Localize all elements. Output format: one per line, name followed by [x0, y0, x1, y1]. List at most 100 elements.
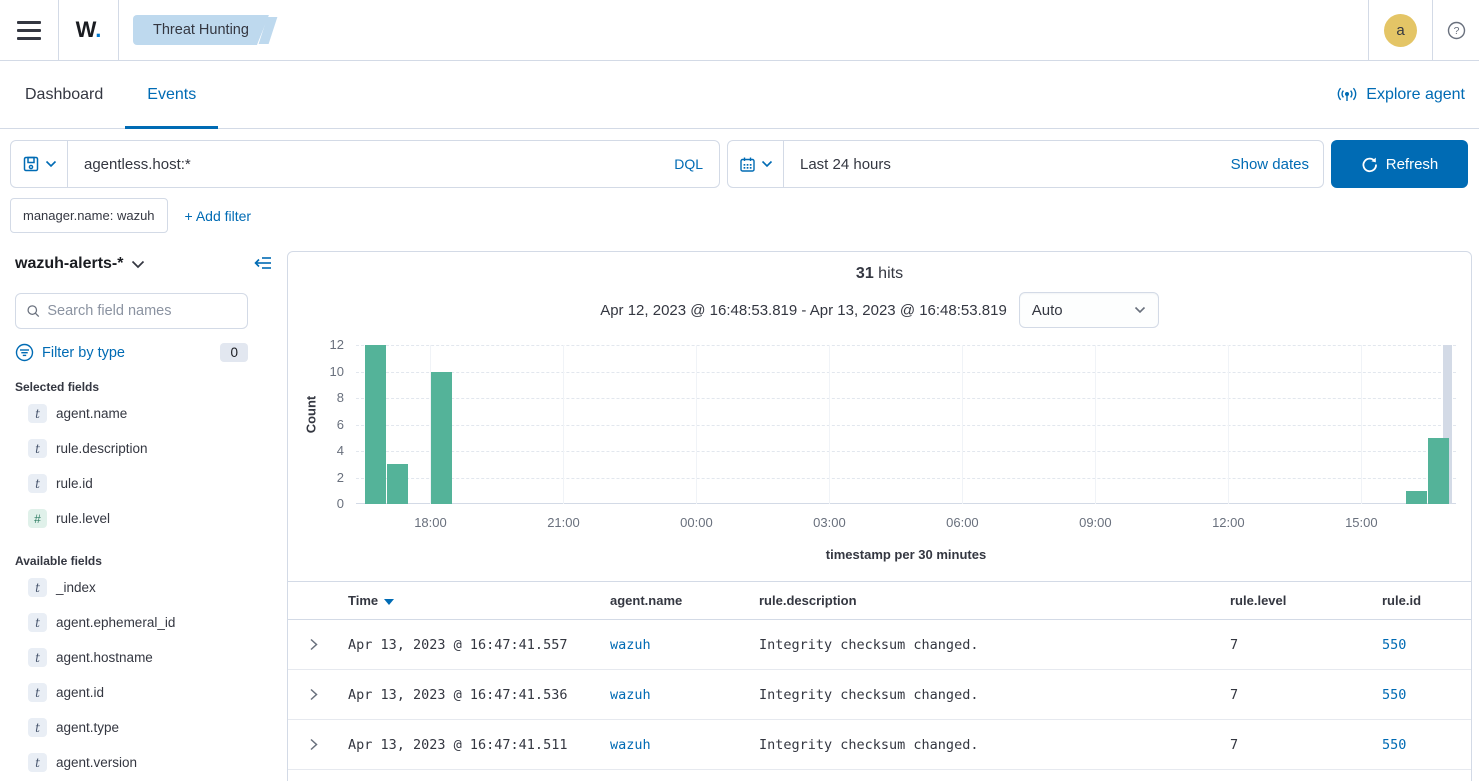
- expand-row-button[interactable]: [308, 687, 348, 702]
- histogram-bar[interactable]: [387, 464, 408, 504]
- field-type-icon: #: [28, 509, 47, 528]
- cell-rule-level: 7: [1230, 687, 1382, 703]
- time-range-value[interactable]: Last 24 hours: [784, 141, 1217, 187]
- filter-pill[interactable]: manager.name: wazuh: [10, 198, 168, 233]
- collapse-sidebar-icon[interactable]: [253, 254, 273, 272]
- help-button[interactable]: ?: [1433, 0, 1479, 60]
- cell-rule-id-link[interactable]: 550: [1382, 737, 1471, 753]
- query-language-button[interactable]: DQL: [658, 141, 719, 187]
- save-icon: [22, 155, 40, 173]
- svg-text:?: ?: [1453, 25, 1459, 37]
- date-picker: Last 24 hours Show dates: [727, 140, 1324, 188]
- user-menu[interactable]: a: [1368, 0, 1433, 60]
- field-item[interactable]: t agent.type: [15, 710, 248, 745]
- histogram-bar[interactable]: [1406, 491, 1427, 504]
- column-header-agent-name[interactable]: agent.name: [610, 593, 759, 608]
- show-dates-button[interactable]: Show dates: [1217, 141, 1323, 187]
- field-search-input[interactable]: [47, 303, 237, 319]
- cell-rule-level: 7: [1230, 637, 1382, 653]
- chevron-down-icon: [45, 160, 57, 168]
- filter-count-badge: 0: [220, 343, 248, 362]
- chevron-down-icon: [1134, 306, 1146, 314]
- available-fields-heading: Available fields: [15, 554, 248, 568]
- search-query-input[interactable]: [68, 141, 658, 187]
- y-axis-tick: 6: [288, 417, 344, 432]
- field-item[interactable]: t rule.description: [15, 431, 248, 466]
- column-header-rule-id[interactable]: rule.id: [1382, 593, 1471, 608]
- selected-fields-heading: Selected fields: [15, 380, 248, 394]
- filter-in-circle-icon: [15, 343, 34, 362]
- table-body: Apr 13, 2023 @ 16:47:41.557 wazuh Integr…: [288, 620, 1471, 770]
- cell-agent-name-link[interactable]: wazuh: [610, 737, 759, 753]
- cell-rule-description: Integrity checksum changed.: [759, 687, 1230, 703]
- cell-time: Apr 13, 2023 @ 16:47:41.511: [348, 737, 610, 753]
- refresh-button[interactable]: Refresh: [1331, 140, 1468, 188]
- chevron-down-icon: [761, 160, 773, 168]
- index-pattern-selector[interactable]: wazuh-alerts-*: [15, 255, 123, 273]
- histogram-bar[interactable]: [365, 345, 386, 504]
- cell-rule-id-link[interactable]: 550: [1382, 687, 1471, 703]
- field-item[interactable]: # rule.level: [15, 501, 248, 536]
- field-search-box: [15, 293, 248, 329]
- expand-row-button[interactable]: [308, 737, 348, 752]
- table-row: Apr 13, 2023 @ 16:47:41.536 wazuh Integr…: [288, 670, 1471, 720]
- chevron-down-icon[interactable]: [131, 260, 145, 269]
- cell-agent-name-link[interactable]: wazuh: [610, 637, 759, 653]
- field-item[interactable]: t agent.name: [15, 396, 248, 431]
- avatar[interactable]: a: [1384, 14, 1417, 47]
- column-header-rule-level[interactable]: rule.level: [1230, 593, 1382, 608]
- field-item[interactable]: t agent.ephemeral_id: [15, 605, 248, 640]
- top-bar: W. Threat Hunting a ?: [0, 0, 1479, 61]
- fields-sidebar: wazuh-alerts-* Filter by: [0, 251, 287, 780]
- events-table: Time agent.name rule.description rule.le…: [288, 581, 1471, 770]
- x-axis-tick: 21:00: [533, 515, 593, 530]
- y-axis-tick: 12: [288, 337, 344, 352]
- tab-dashboard[interactable]: Dashboard: [3, 61, 125, 128]
- add-filter-button[interactable]: + Add filter: [185, 208, 252, 224]
- tab-bar: Dashboard Events Explore agent: [0, 61, 1479, 129]
- x-axis-tick: 03:00: [799, 515, 859, 530]
- field-item[interactable]: t agent.hostname: [15, 640, 248, 675]
- filter-by-type-button[interactable]: Filter by type 0: [15, 343, 248, 362]
- menu-button[interactable]: [0, 0, 59, 60]
- histogram-interval-select[interactable]: Auto: [1019, 292, 1159, 328]
- field-item[interactable]: t agent.version: [15, 745, 248, 780]
- saved-queries-button[interactable]: [11, 141, 68, 187]
- x-axis-tick: 09:00: [1065, 515, 1125, 530]
- cell-agent-name-link[interactable]: wazuh: [610, 687, 759, 703]
- app-logo[interactable]: W.: [59, 0, 119, 60]
- histogram-bar[interactable]: [1428, 438, 1449, 504]
- selected-fields-list: t agent.name t rule.description t rule.i…: [15, 396, 248, 536]
- tab-events[interactable]: Events: [125, 61, 218, 128]
- calendar-icon: [739, 156, 756, 173]
- field-item[interactable]: t _index: [15, 570, 248, 605]
- field-type-icon: t: [28, 474, 47, 493]
- histogram-chart[interactable]: Count 02468101218:0021:0000:0003:0006:00…: [288, 345, 1471, 535]
- field-type-icon: t: [28, 613, 47, 632]
- query-box: DQL: [10, 140, 720, 188]
- histogram-plot-area[interactable]: [356, 345, 1456, 504]
- column-header-rule-description[interactable]: rule.description: [759, 593, 1230, 608]
- table-row: Apr 13, 2023 @ 16:47:41.511 wazuh Integr…: [288, 720, 1471, 770]
- breadcrumb: Threat Hunting: [133, 0, 273, 60]
- broadcast-icon: [1336, 85, 1358, 105]
- breadcrumb-badge[interactable]: Threat Hunting: [133, 15, 269, 45]
- field-item[interactable]: t agent.id: [15, 675, 248, 710]
- field-type-icon: t: [28, 404, 47, 423]
- hits-count: 31 hits: [288, 252, 1471, 283]
- explore-agent-button[interactable]: Explore agent: [1336, 61, 1479, 128]
- column-header-time[interactable]: Time: [348, 593, 610, 608]
- x-axis-tick: 00:00: [666, 515, 726, 530]
- available-fields-list: t _index t agent.ephemeral_id t agent.ho…: [15, 570, 248, 780]
- search-icon: [26, 303, 40, 319]
- expand-row-icon: [308, 687, 319, 702]
- field-type-icon: t: [28, 683, 47, 702]
- histogram-bar[interactable]: [431, 372, 452, 505]
- sort-desc-icon: [384, 599, 394, 605]
- y-axis-tick: 8: [288, 390, 344, 405]
- quick-select-button[interactable]: [728, 141, 784, 187]
- field-item[interactable]: t rule.id: [15, 466, 248, 501]
- expand-row-button[interactable]: [308, 637, 348, 652]
- query-bar: DQL Last 24 hours Show dates: [0, 129, 1479, 188]
- cell-rule-id-link[interactable]: 550: [1382, 637, 1471, 653]
